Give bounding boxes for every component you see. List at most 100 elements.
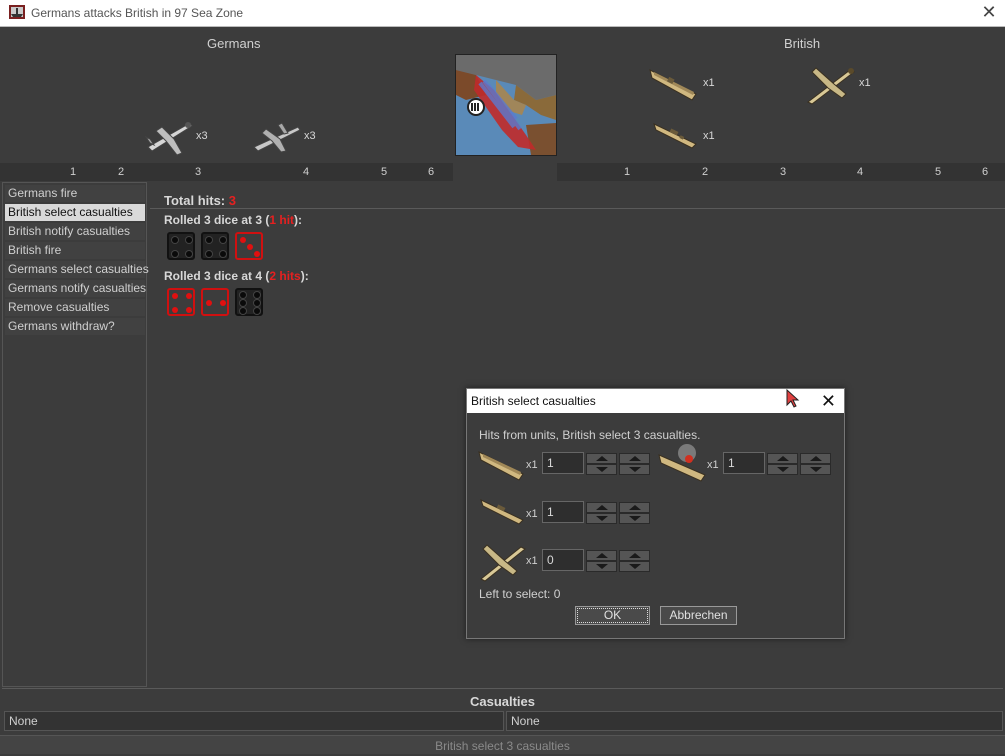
sea-zone-map bbox=[455, 54, 557, 156]
die-face-6 bbox=[235, 288, 263, 316]
cas-count-3: x1 bbox=[526, 508, 538, 520]
die-face-4 bbox=[201, 232, 229, 260]
ok-button[interactable]: OK bbox=[575, 606, 650, 625]
fighter-decrement-button[interactable] bbox=[586, 561, 617, 572]
bomber-plane-icon bbox=[253, 122, 301, 153]
destroyer-casualty-input[interactable]: 1 bbox=[542, 501, 584, 523]
dialog-close-button[interactable]: ✕ bbox=[821, 390, 836, 412]
british-casualties-field: None bbox=[506, 711, 1003, 731]
casualties-panel: Casualties None None bbox=[2, 688, 1003, 733]
destroyer-min-button[interactable] bbox=[619, 513, 650, 524]
british-col-6: 6 bbox=[981, 166, 989, 178]
die-pip bbox=[220, 251, 226, 257]
die-pip bbox=[186, 237, 192, 243]
german-col-4: 4 bbox=[302, 166, 310, 178]
roll-1-suffix: ): bbox=[294, 213, 303, 227]
destroyer-max-button[interactable] bbox=[619, 502, 650, 513]
roll-2-hits: 2 hits bbox=[269, 269, 301, 283]
destroyer-decrement-button[interactable] bbox=[586, 513, 617, 524]
step-british-notify-casualties[interactable]: British notify casualties bbox=[5, 223, 145, 240]
battle-steps-list: Germans fire British select casualties B… bbox=[2, 182, 149, 687]
destroyer-ship-icon bbox=[653, 123, 697, 149]
british-fighter-unit: x1 bbox=[806, 62, 871, 109]
die-pip bbox=[254, 300, 260, 306]
german-unit-count-1: x3 bbox=[196, 130, 208, 142]
die-pip bbox=[247, 244, 253, 250]
die-face-2 bbox=[201, 288, 229, 316]
british-unit-count-2: x1 bbox=[859, 77, 871, 89]
total-hits: Total hits: 3 bbox=[164, 193, 236, 208]
german-col-2: 2 bbox=[117, 166, 125, 178]
fighter-max-button[interactable] bbox=[619, 550, 650, 561]
germans-title: Germans bbox=[207, 36, 261, 51]
german-col-1: 1 bbox=[69, 166, 77, 178]
total-hits-value: 3 bbox=[228, 193, 236, 208]
step-germans-fire[interactable]: Germans fire bbox=[5, 185, 145, 202]
german-col-3: 3 bbox=[194, 166, 202, 178]
carrier-decrement-button[interactable] bbox=[586, 464, 617, 475]
british-col-4: 4 bbox=[856, 166, 864, 178]
carrier-increment-button[interactable] bbox=[586, 453, 617, 464]
british-unit-count-3: x1 bbox=[703, 130, 715, 142]
battleship-casualty-input[interactable]: 1 bbox=[723, 452, 765, 474]
carrier-min-button[interactable] bbox=[619, 464, 650, 475]
destroyer-increment-button[interactable] bbox=[586, 502, 617, 513]
casualties-title: Casualties bbox=[469, 694, 536, 709]
british-col-2: 2 bbox=[701, 166, 709, 178]
die-pip bbox=[254, 308, 260, 314]
carrier-ship-icon bbox=[478, 451, 524, 481]
die-pip bbox=[220, 237, 226, 243]
fighter-increment-button[interactable] bbox=[586, 550, 617, 561]
battleship-min-button[interactable] bbox=[800, 464, 831, 475]
british-col-1: 1 bbox=[623, 166, 631, 178]
app-icon bbox=[9, 5, 25, 19]
die-pip bbox=[206, 300, 212, 306]
fighter-plane-icon bbox=[480, 544, 526, 582]
die-pip bbox=[186, 307, 192, 313]
cas-count-1: x1 bbox=[526, 459, 538, 471]
step-germans-withdraw[interactable]: Germans withdraw? bbox=[5, 318, 145, 335]
die-pip bbox=[240, 308, 246, 314]
divider bbox=[150, 208, 1005, 209]
step-british-select-casualties[interactable]: British select casualties bbox=[5, 204, 145, 221]
carrier-max-button[interactable] bbox=[619, 453, 650, 464]
map-thumbnail-icon bbox=[456, 55, 556, 155]
die-pip bbox=[254, 292, 260, 298]
fighter-min-button[interactable] bbox=[619, 561, 650, 572]
step-remove-casualties[interactable]: Remove casualties bbox=[5, 299, 145, 316]
die-pip bbox=[206, 251, 212, 257]
british-column-strip: 1 2 3 4 5 6 bbox=[557, 163, 1005, 181]
cancel-button[interactable]: Abbrechen bbox=[660, 606, 737, 625]
fighter-casualty-input[interactable]: 0 bbox=[542, 549, 584, 571]
battleship-decrement-button[interactable] bbox=[767, 464, 798, 475]
die-pip bbox=[172, 307, 178, 313]
die-pip bbox=[240, 237, 246, 243]
british-col-3: 3 bbox=[779, 166, 787, 178]
british-unit-count-1: x1 bbox=[703, 77, 715, 89]
carrier-casualty-input[interactable]: 1 bbox=[542, 452, 584, 474]
british-col-5: 5 bbox=[934, 166, 942, 178]
german-casualties-field: None bbox=[4, 711, 504, 731]
german-column-strip: 1 2 3 4 5 6 bbox=[0, 163, 453, 181]
carrier-ship-icon bbox=[649, 69, 697, 101]
die-face-4 bbox=[167, 288, 195, 316]
step-british-fire[interactable]: British fire bbox=[5, 242, 145, 259]
damaged-battleship-icon bbox=[658, 444, 706, 482]
step-germans-select-casualties[interactable]: Germans select casualties bbox=[5, 261, 149, 278]
die-pip bbox=[186, 251, 192, 257]
german-col-6: 6 bbox=[427, 166, 435, 178]
die-pip bbox=[172, 293, 178, 299]
roll-2-suffix: ): bbox=[300, 269, 309, 283]
die-face-3 bbox=[235, 232, 263, 260]
german-col-5: 5 bbox=[380, 166, 388, 178]
step-germans-notify-casualties[interactable]: Germans notify casualties bbox=[5, 280, 146, 297]
battleship-increment-button[interactable] bbox=[767, 453, 798, 464]
roll-2-label: Rolled 3 dice at 4 (2 hits): bbox=[164, 269, 309, 283]
window-close-button[interactable]: ✕ bbox=[979, 2, 999, 22]
battleship-max-button[interactable] bbox=[800, 453, 831, 464]
fighter-plane-icon bbox=[144, 122, 193, 156]
roll-2-prefix: Rolled 3 dice at 4 ( bbox=[164, 269, 270, 283]
die-pip bbox=[172, 237, 178, 243]
german-fighter-unit: x3 bbox=[144, 113, 208, 162]
die-pip bbox=[186, 293, 192, 299]
